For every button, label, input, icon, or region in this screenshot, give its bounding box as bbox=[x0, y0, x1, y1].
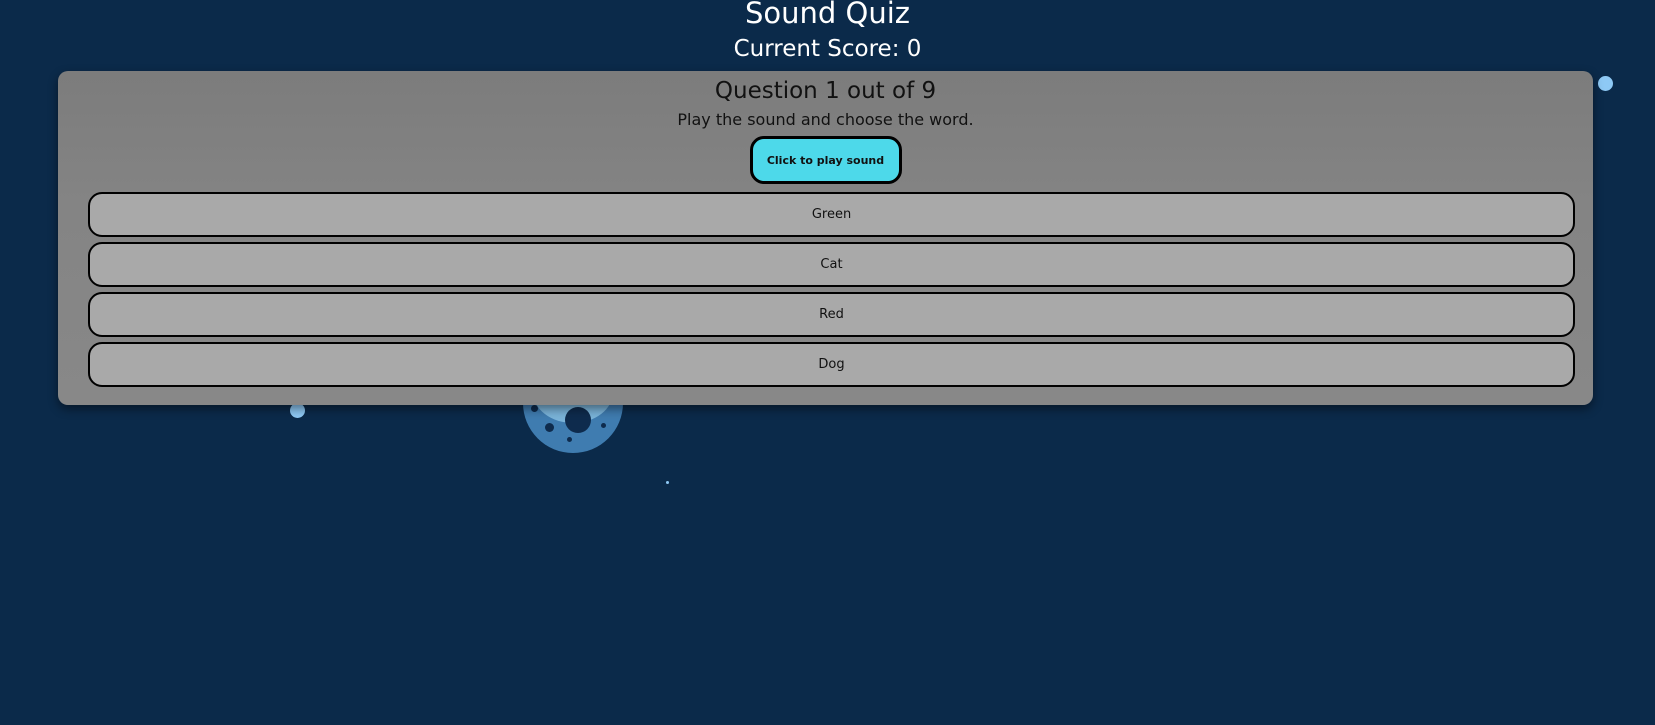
background-star bbox=[1598, 76, 1613, 91]
background-star bbox=[666, 481, 669, 484]
page-header: Sound Quiz Current Score: 0 bbox=[0, 0, 1655, 62]
question-counter: Question 1 out of 9 bbox=[714, 78, 937, 104]
answer-option-green[interactable]: Green bbox=[88, 192, 1575, 237]
quiz-panel: Question 1 out of 9 Play the sound and c… bbox=[58, 71, 1593, 405]
planet-crater bbox=[601, 423, 606, 428]
play-sound-button[interactable]: Click to play sound bbox=[749, 136, 902, 184]
planet-crater bbox=[565, 407, 591, 433]
current-score: Current Score: 0 bbox=[733, 36, 922, 62]
planet-crater bbox=[531, 405, 538, 412]
answer-option-red[interactable]: Red bbox=[88, 292, 1575, 337]
question-instructions: Play the sound and choose the word. bbox=[677, 110, 974, 129]
answer-options: Green Cat Red Dog bbox=[88, 192, 1575, 392]
planet-crater bbox=[567, 437, 572, 442]
background-star bbox=[290, 403, 305, 418]
answer-option-cat[interactable]: Cat bbox=[88, 242, 1575, 287]
answer-option-dog[interactable]: Dog bbox=[88, 342, 1575, 387]
planet-crater bbox=[545, 423, 554, 432]
page-title: Sound Quiz bbox=[744, 0, 911, 30]
